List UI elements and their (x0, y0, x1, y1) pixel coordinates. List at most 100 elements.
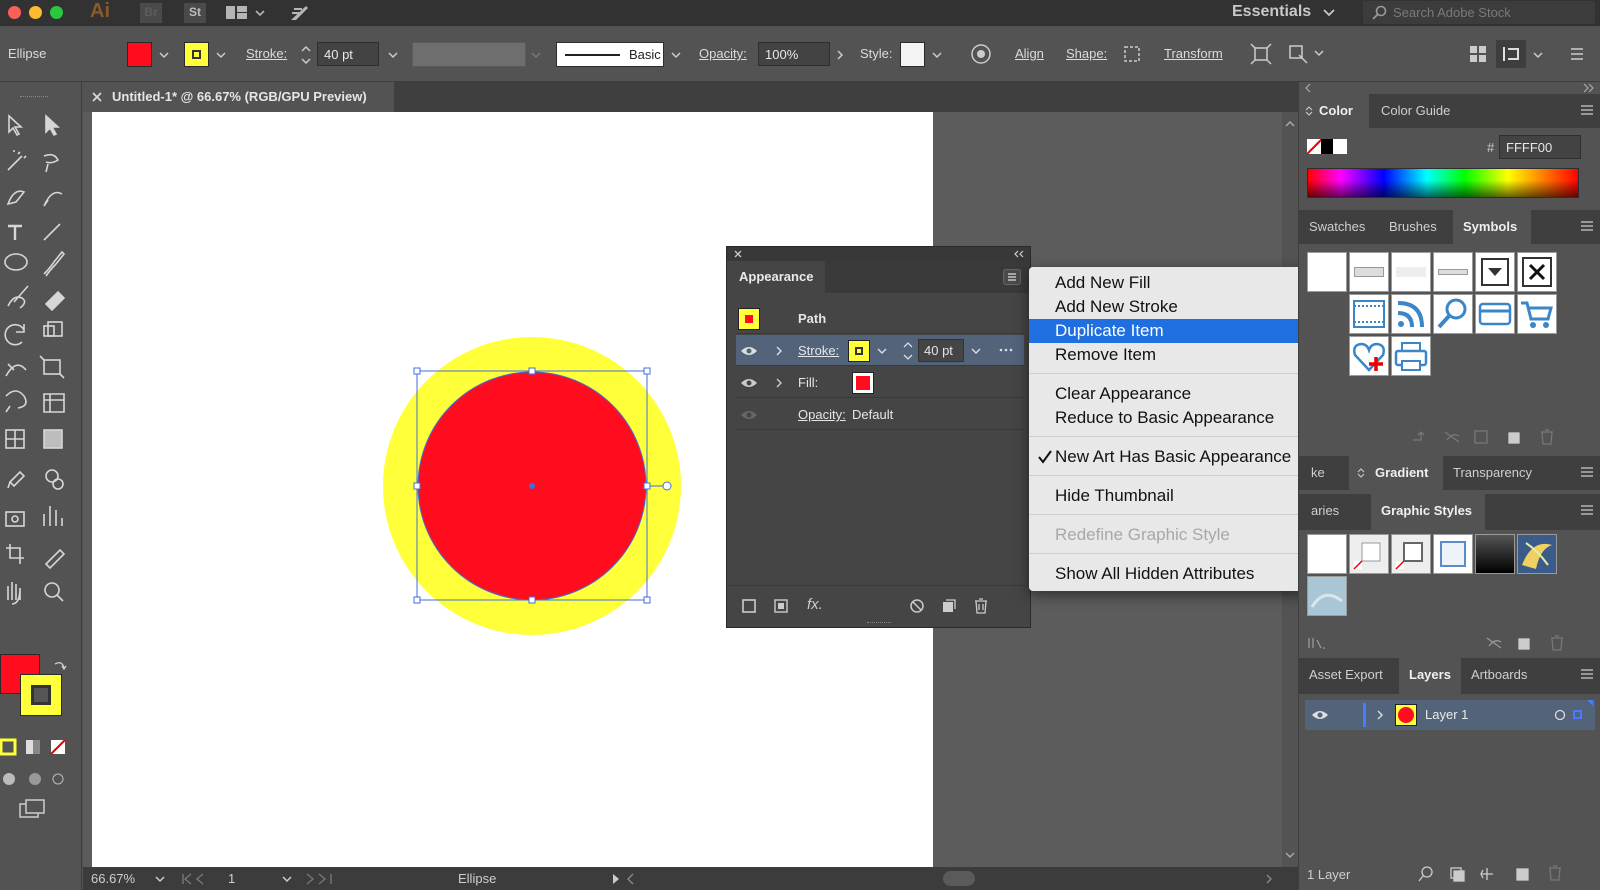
gpu-performance-icon[interactable] (288, 3, 312, 23)
dropdown-symbol-icon[interactable] (1475, 252, 1515, 292)
appearance-target-row[interactable]: Path (736, 303, 1024, 334)
close-symbol-icon[interactable] (1517, 252, 1557, 292)
eye-icon[interactable] (740, 408, 758, 422)
graphic-style-cell[interactable] (1349, 534, 1389, 574)
menu-item-add-new-fill[interactable]: Add New Fill (1029, 271, 1335, 295)
chevron-down-icon[interactable] (931, 49, 943, 61)
panel-expand-icon[interactable] (1305, 105, 1313, 117)
eye-icon[interactable] (740, 376, 758, 390)
minimize-window-button[interactable] (29, 6, 42, 19)
stroke-weight-stepper-icon[interactable] (902, 339, 914, 363)
card-symbol-icon[interactable] (1475, 294, 1515, 334)
graphic-style-cell[interactable] (1475, 534, 1515, 574)
graphic-style-swatch[interactable] (900, 42, 925, 67)
magnifier-symbol-icon[interactable] (1433, 294, 1473, 334)
close-icon[interactable] (733, 249, 743, 259)
collapse-icon[interactable] (1013, 249, 1025, 259)
color-mode-icons[interactable] (0, 738, 80, 756)
transform-button[interactable]: Transform (1164, 46, 1223, 61)
fill-row-swatch[interactable] (852, 372, 874, 394)
tab-graphic-styles[interactable]: Graphic Styles (1371, 494, 1485, 530)
expand-dock-icon[interactable] (1303, 82, 1313, 94)
chevron-down-icon[interactable] (158, 49, 170, 61)
chevron-down-icon[interactable] (281, 873, 293, 885)
variable-width-profile[interactable] (412, 42, 526, 67)
shape-label[interactable]: Shape: (1066, 46, 1107, 61)
tab-transparency[interactable]: Transparency (1443, 456, 1555, 490)
panel-menu-icon[interactable] (1581, 105, 1593, 115)
stock-button[interactable]: St (184, 3, 206, 23)
add-new-fill-icon[interactable] (773, 598, 789, 614)
graphic-styles-footer-icons[interactable] (1307, 634, 1579, 652)
chevron-down-icon[interactable] (215, 49, 227, 61)
menu-item-show-all-hidden[interactable]: Show All Hidden Attributes (1029, 562, 1335, 586)
toolbar-stroke-swatch[interactable] (20, 674, 62, 716)
chevron-down-icon[interactable] (1322, 6, 1336, 20)
arrange-objects-icon[interactable] (1287, 43, 1327, 65)
chevron-down-icon[interactable] (1532, 49, 1544, 61)
first-artboard-icon[interactable] (181, 873, 221, 885)
zoom-window-button[interactable] (50, 6, 63, 19)
chevron-down-icon[interactable] (876, 345, 888, 357)
panel-title-bar[interactable] (727, 247, 1030, 261)
symbols-footer-icons[interactable] (1409, 428, 1569, 446)
panel-menu-icon[interactable] (1581, 505, 1593, 515)
menu-item-new-art-basic[interactable]: New Art Has Basic Appearance (1029, 445, 1335, 469)
duplicate-item-icon[interactable] (941, 598, 957, 614)
chevron-down-icon[interactable] (670, 49, 682, 61)
layer-name[interactable]: Layer 1 (1425, 707, 1468, 722)
collapse-dock-icon[interactable] (1581, 82, 1595, 94)
panel-menu-button[interactable] (1003, 269, 1021, 285)
symbol-cell[interactable] (1391, 252, 1431, 292)
stock-search-input[interactable]: Search Adobe Stock (1363, 1, 1595, 24)
add-effect-button[interactable]: fx. (807, 596, 823, 613)
chevron-down-icon[interactable] (154, 873, 166, 885)
recolor-artwork-icon[interactable] (970, 43, 992, 65)
target-circle-icon[interactable] (1553, 708, 1567, 722)
menu-item-duplicate-item[interactable]: Duplicate Item (1029, 319, 1335, 343)
panel-menu-icon[interactable] (1581, 669, 1593, 679)
graphic-style-cell[interactable] (1307, 576, 1347, 616)
stroke-weight-field[interactable]: 40 pt (317, 42, 379, 66)
panel-menu-icon[interactable] (1581, 221, 1593, 231)
layer-row[interactable]: Layer 1 (1305, 700, 1595, 730)
chevron-right-icon[interactable] (774, 345, 784, 357)
last-artboard-icon[interactable] (305, 873, 345, 885)
opacity-label[interactable]: Opacity: (699, 46, 747, 61)
draw-mode-icons[interactable] (0, 770, 80, 788)
clear-appearance-icon[interactable] (909, 598, 925, 614)
tab-appearance[interactable]: Appearance (727, 261, 825, 293)
tab-artboards[interactable]: Artboards (1461, 658, 1545, 692)
symbol-cell[interactable] (1433, 252, 1473, 292)
symbol-cell[interactable] (1307, 252, 1347, 292)
appearance-opacity-row[interactable]: Opacity: Default (736, 399, 1024, 430)
menu-item-hide-thumbnail[interactable]: Hide Thumbnail (1029, 484, 1335, 508)
isolate-icon[interactable] (1250, 43, 1272, 65)
close-icon[interactable] (91, 91, 103, 103)
printer-symbol-icon[interactable] (1391, 336, 1431, 376)
color-spectrum[interactable] (1307, 168, 1579, 198)
zoom-level[interactable]: 66.67% (91, 871, 135, 886)
chevron-down-icon[interactable] (970, 345, 982, 357)
graphic-style-cell[interactable] (1391, 534, 1431, 574)
panel-menu-icon[interactable] (1581, 467, 1593, 477)
tab-brushes[interactable]: Brushes (1379, 210, 1453, 244)
cart-symbol-icon[interactable] (1517, 294, 1557, 334)
arrange-documents-icon[interactable] (226, 4, 270, 22)
layers-footer-icons[interactable] (1417, 864, 1577, 884)
chevron-right-icon[interactable] (774, 377, 784, 389)
tab-color-guide[interactable]: Color Guide (1371, 94, 1475, 128)
stroke-row-swatch[interactable] (848, 340, 870, 362)
graphic-style-cell[interactable] (1307, 534, 1347, 574)
graphic-style-cell[interactable] (1433, 534, 1473, 574)
brush-definition[interactable]: Basic (556, 42, 664, 67)
tab-layers[interactable]: Layers (1399, 658, 1461, 694)
graphic-style-cell[interactable] (1517, 534, 1557, 574)
trash-icon[interactable] (973, 597, 989, 615)
close-window-button[interactable] (8, 6, 21, 19)
stroke-label[interactable]: Stroke: (246, 46, 287, 61)
stroke-stepper-icon[interactable] (300, 42, 312, 68)
eye-icon[interactable] (740, 344, 758, 358)
grid-view-icon[interactable] (1468, 44, 1488, 64)
stroke-weight-input[interactable]: 40 pt (918, 339, 964, 362)
